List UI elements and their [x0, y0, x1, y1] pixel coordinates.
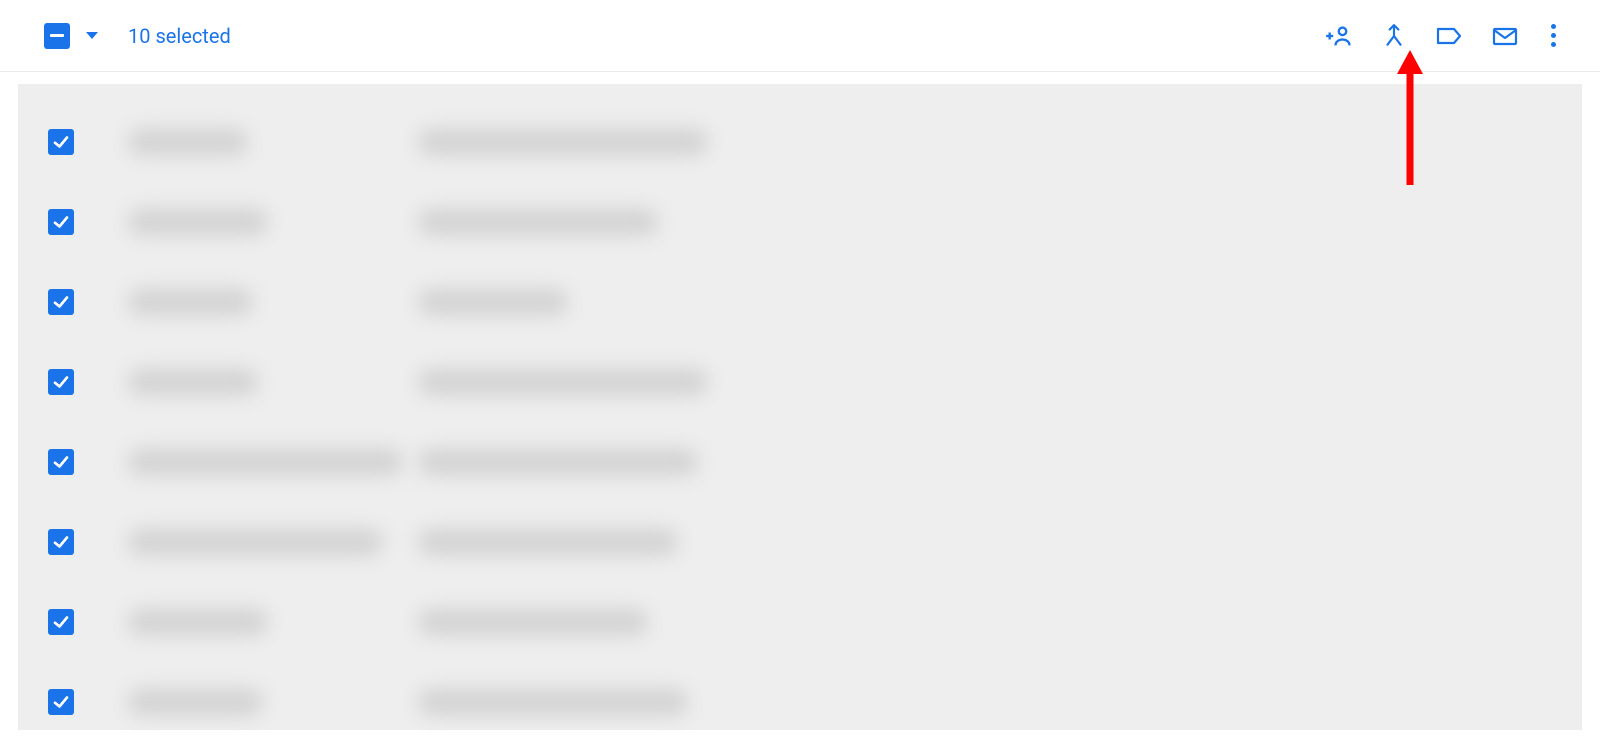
redacted-email [418, 128, 708, 156]
row-checkbox[interactable] [48, 129, 74, 155]
redacted-name [128, 448, 403, 476]
row-checkbox[interactable] [48, 609, 74, 635]
row-checkbox[interactable] [48, 449, 74, 475]
contact-email-cell [418, 208, 778, 236]
contact-email-cell [418, 128, 778, 156]
contact-row[interactable] [18, 182, 1582, 262]
label-icon[interactable] [1435, 24, 1463, 48]
contact-row[interactable] [18, 502, 1582, 582]
row-checkbox[interactable] [48, 209, 74, 235]
redacted-email [418, 288, 568, 316]
contact-name-cell [128, 688, 408, 716]
contact-row[interactable] [18, 582, 1582, 662]
contact-email-cell [418, 608, 778, 636]
selected-count-label: 10 selected [128, 24, 231, 48]
toolbar-left: 10 selected [44, 23, 231, 49]
contact-name-cell [128, 128, 408, 156]
row-checkbox[interactable] [48, 289, 74, 315]
selection-dropdown-icon[interactable] [86, 32, 98, 39]
select-all-checkbox[interactable] [44, 23, 70, 49]
redacted-name [128, 528, 383, 556]
redacted-name [128, 288, 253, 316]
contact-name-cell [128, 368, 408, 396]
redacted-email [418, 208, 658, 236]
contact-name-cell [128, 528, 408, 556]
redacted-name [128, 208, 268, 236]
contact-email-cell [418, 688, 778, 716]
selection-toolbar: 10 selected [0, 0, 1600, 72]
redacted-name [128, 128, 248, 156]
redacted-name [128, 368, 258, 396]
contact-email-cell [418, 448, 778, 476]
redacted-name [128, 608, 268, 636]
contact-name-cell [128, 208, 408, 236]
row-checkbox[interactable] [48, 689, 74, 715]
contact-list [18, 84, 1582, 730]
merge-icon[interactable] [1381, 23, 1407, 49]
redacted-name [128, 688, 263, 716]
contact-row[interactable] [18, 262, 1582, 342]
redacted-email [418, 368, 708, 396]
more-vert-icon[interactable] [1547, 20, 1560, 51]
contact-row[interactable] [18, 422, 1582, 502]
contact-name-cell [128, 288, 408, 316]
add-person-icon[interactable] [1325, 22, 1353, 50]
contact-name-cell [128, 608, 408, 636]
redacted-email [418, 688, 688, 716]
redacted-email [418, 608, 648, 636]
contact-row[interactable] [18, 662, 1582, 742]
redacted-email [418, 528, 678, 556]
mail-icon[interactable] [1491, 24, 1519, 48]
indeterminate-mark [50, 34, 64, 37]
contact-row[interactable] [18, 342, 1582, 422]
toolbar-actions [1325, 20, 1560, 51]
contact-row[interactable] [18, 102, 1582, 182]
contact-email-cell [418, 528, 778, 556]
row-checkbox[interactable] [48, 529, 74, 555]
redacted-email [418, 448, 698, 476]
contact-name-cell [128, 448, 408, 476]
contact-email-cell [418, 368, 778, 396]
row-checkbox[interactable] [48, 369, 74, 395]
contact-email-cell [418, 288, 778, 316]
